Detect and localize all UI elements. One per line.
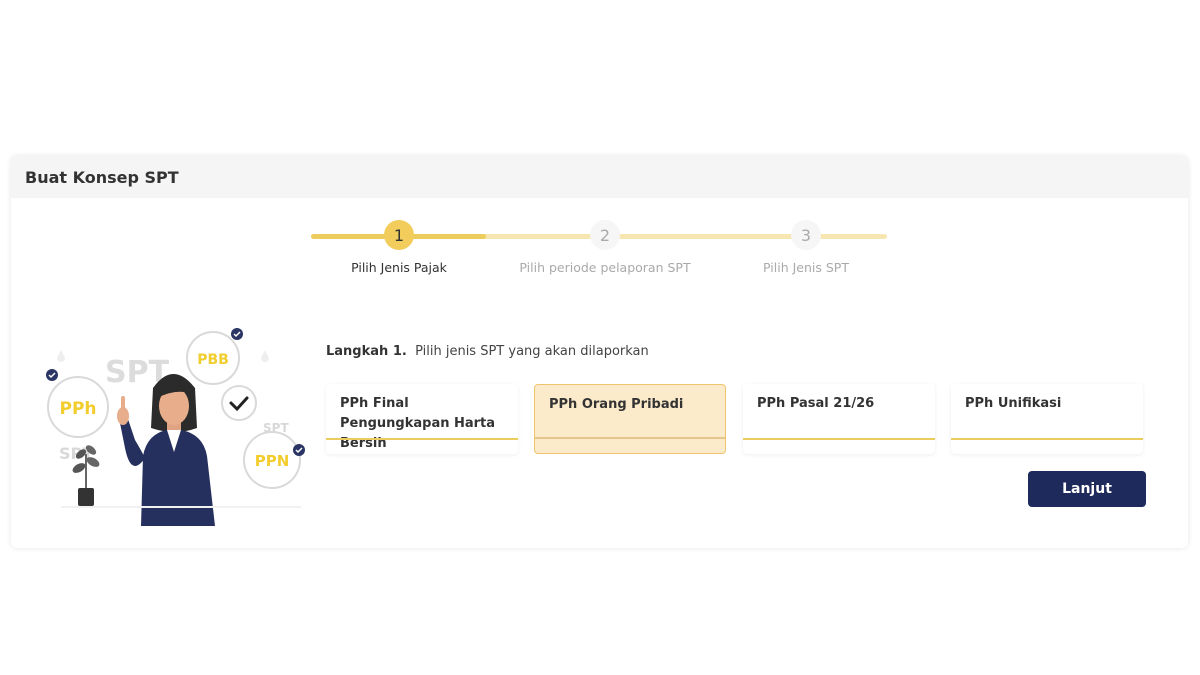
- option-pph-pasal-21-26[interactable]: PPh Pasal 21/26: [743, 384, 935, 454]
- pbb-badge: PBB: [186, 328, 243, 385]
- option-pph-orang-pribadi[interactable]: PPh Orang Pribadi: [534, 384, 726, 454]
- step-3-circle[interactable]: 3: [791, 220, 821, 250]
- step-1-label: Pilih Jenis Pajak: [351, 260, 447, 275]
- step-2-label: Pilih periode pelaporan SPT: [519, 260, 691, 275]
- step-3-label: Pilih Jenis SPT: [763, 260, 849, 275]
- pph-badge-label: PPh: [59, 399, 96, 419]
- check-circle-icon: [221, 385, 257, 421]
- option-label: PPh Final Pengungkapan Harta Bersih: [340, 396, 496, 451]
- step-instruction: Pilih jenis SPT yang akan dilaporkan: [415, 344, 649, 359]
- option-pph-final[interactable]: PPh Final Pengungkapan Harta Bersih: [326, 384, 518, 454]
- step-1-circle[interactable]: 1: [384, 220, 414, 250]
- spt-type-options: PPh Final Pengungkapan Harta Bersih PPh …: [326, 384, 1146, 456]
- panel-title: Buat Konsep SPT: [25, 168, 179, 187]
- option-underline: [951, 438, 1143, 440]
- ppn-badge-label: PPN: [255, 452, 290, 470]
- woman-figure: [117, 374, 215, 526]
- step-2-circle[interactable]: 2: [590, 220, 620, 250]
- option-underline: [743, 438, 935, 440]
- option-underline: [535, 437, 725, 439]
- option-label: PPh Pasal 21/26: [757, 396, 875, 411]
- option-label: PPh Orang Pribadi: [549, 397, 684, 412]
- ppn-badge: PPN: [243, 431, 305, 489]
- tax-illustration: SPT SPT SPT PPh PBB PPN: [46, 328, 305, 526]
- option-label: PPh Unifikasi: [965, 396, 1062, 411]
- option-underline: [326, 438, 518, 440]
- create-spt-panel: Buat Konsep SPT 1 2 3 Pilih Jenis Pajak …: [11, 156, 1188, 548]
- panel-header: Buat Konsep SPT: [11, 156, 1188, 198]
- next-button[interactable]: Lanjut: [1028, 471, 1146, 507]
- option-pph-unifikasi[interactable]: PPh Unifikasi: [951, 384, 1143, 454]
- step-prefix: Langkah 1.: [326, 344, 407, 359]
- pbb-badge-label: PBB: [197, 352, 229, 368]
- stepper: 1 2 3 Pilih Jenis Pajak Pilih periode pe…: [311, 220, 891, 280]
- pph-badge: PPh: [46, 369, 109, 438]
- step-description: Langkah 1. Pilih jenis SPT yang akan dil…: [326, 344, 649, 359]
